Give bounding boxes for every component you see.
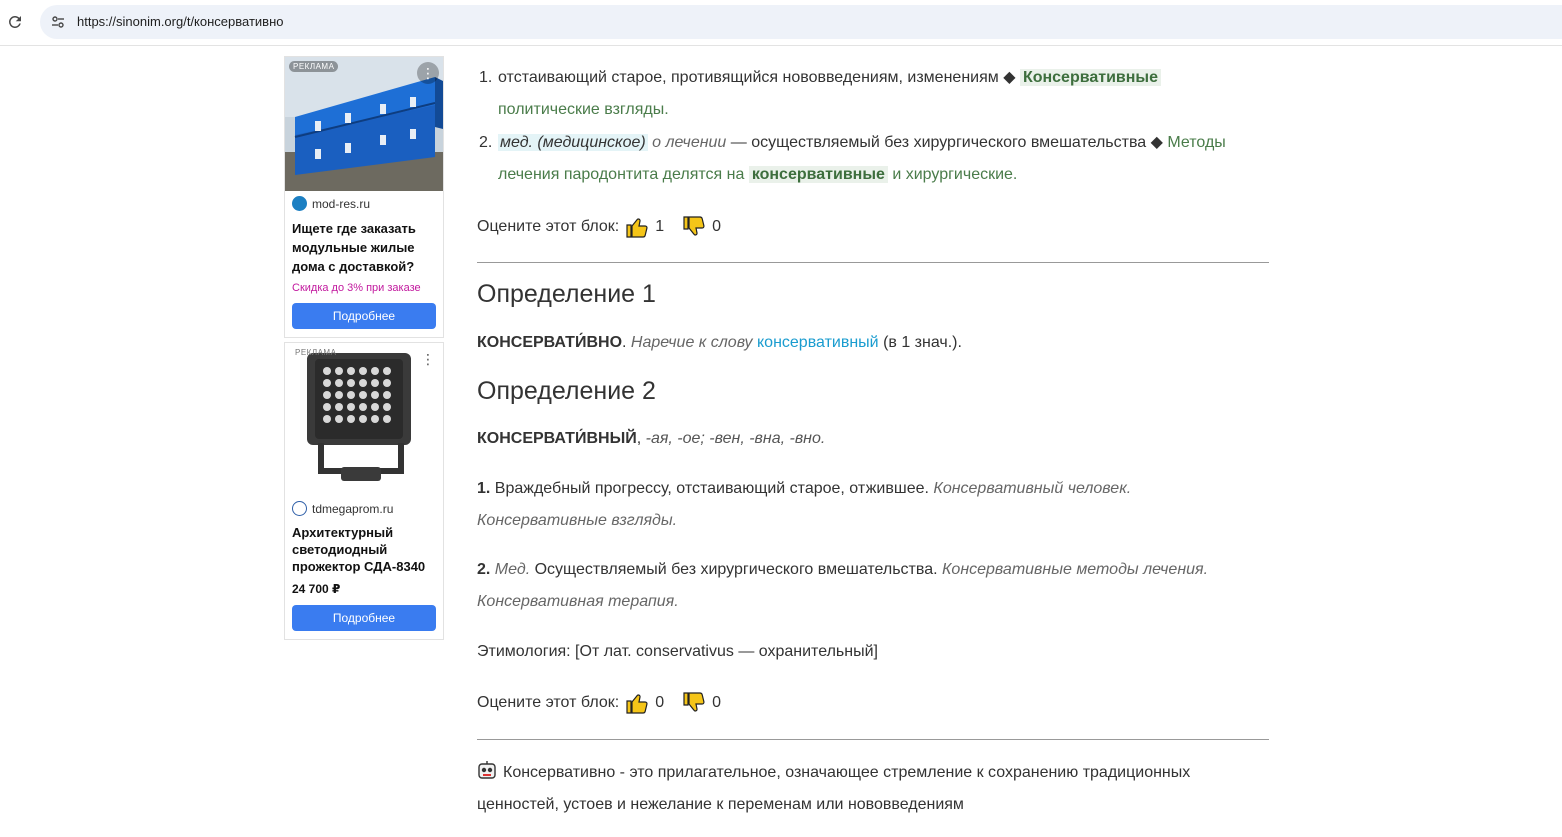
divider	[477, 262, 1269, 263]
definition-2-m1-ex2: Консервативные взгляды.	[477, 512, 678, 529]
definition-2-m2-ex1: Консервативные методы лечения.	[942, 561, 1209, 578]
definition-2-forms: -ая, -ое; -вен, -вна, -вно.	[645, 430, 826, 447]
thumbs-down-icon[interactable]	[682, 691, 706, 715]
ai-summary-line-1: Консервативно - это прилагательное, озна…	[477, 757, 1190, 789]
ad-promo-text[interactable]: Скидка до 3% при заказе	[292, 282, 438, 294]
meaning-2-example-bold: консервативные	[748, 166, 888, 183]
definition-1-body: КОНСЕРВАТИ́ВНО. Наречие к слову консерва…	[477, 334, 962, 351]
ad-badge: РЕКЛАМА	[289, 61, 339, 72]
rating-block-2: Оцените этот блок: 0 0	[477, 691, 721, 715]
ad-details-button[interactable]: Подробнее	[292, 605, 436, 631]
meaning-1-text: отстаивающий старое, противящийся нововв…	[498, 69, 1016, 86]
thumbs-down-icon[interactable]	[682, 215, 706, 239]
definition-2-word-line: КОНСЕРВАТИ́ВНЫЙ, -ая, -ое; -вен, -вна, -…	[477, 430, 826, 447]
etymology: Этимология: [От лат. conservativus — охр…	[477, 643, 878, 660]
thumbs-up-count: 0	[655, 694, 665, 711]
ad-price: 24 700 ₽	[292, 582, 341, 596]
definition-2-meaning-1: 1. Враждебный прогрессу, отстаивающий ст…	[477, 473, 1131, 505]
definition-1-desc: Наречие к слову	[630, 334, 753, 351]
definition-2-m1-num: 1.	[477, 480, 491, 497]
definition-2-meaning-2: 2. Мед. Осуществляемый без хирургическог…	[477, 554, 1208, 586]
thumbs-up-count: 1	[655, 218, 665, 235]
ad-card-modular-homes[interactable]: РЕКЛАМА ⋮ mod-res.ru Ищете где заказать …	[284, 56, 444, 338]
rating-label: Оцените этот блок:	[477, 694, 620, 711]
definition-2-m1-ex1: Консервативный человек.	[933, 480, 1132, 497]
meaning-2-example-start: Методы	[1167, 134, 1226, 151]
definition-2-m2-text: Осуществляемый без хирургического вмешат…	[534, 561, 938, 578]
ad-domain[interactable]: tdmegaprom.ru	[292, 501, 393, 516]
thumbs-up-icon[interactable]	[625, 215, 649, 239]
meaning-2-example-end: и хирургические.	[892, 166, 1018, 183]
definition-2-m2-label: Мед.	[494, 561, 531, 578]
address-url[interactable]: https://sinonim.org/t/консервативно	[77, 14, 284, 29]
meaning-2-line-2: лечения пародонтита делятся на консерват…	[498, 159, 1017, 191]
ad-menu-icon[interactable]: ⋮	[417, 62, 439, 84]
meaning-1-example-bold: Консервативные	[1019, 69, 1161, 86]
thumbs-down-count: 0	[712, 218, 721, 235]
definition-1-word: КОНСЕРВАТИ́ВНО	[477, 334, 623, 351]
thumbs-up-icon[interactable]	[625, 691, 649, 715]
ad-domain-text: mod-res.ru	[312, 196, 371, 211]
meaning-1-example-rest: политические взгляды.	[498, 101, 669, 118]
ai-summary-text-1: Консервативно - это прилагательное, озна…	[503, 764, 1191, 781]
ad-badge: РЕКЛАМА	[295, 348, 337, 357]
tdmegaprom-logo-icon	[292, 501, 307, 516]
definition-2-m2-ex2: Консервативная терапия.	[477, 593, 679, 610]
meaning-number: 1.	[479, 69, 493, 86]
definition-1-link[interactable]: консервативный	[757, 334, 879, 351]
definition-2-heading: Определение 2	[477, 377, 656, 405]
site-settings-icon[interactable]	[50, 14, 66, 30]
reload-icon[interactable]	[6, 13, 24, 31]
ad-title[interactable]: Архитектурный светодиодный прожектор СДА…	[292, 524, 438, 575]
mod-res-logo-icon	[292, 196, 307, 211]
definition-2-word: КОНСЕРВАТИ́ВНЫЙ	[477, 430, 637, 447]
meaning-2-label[interactable]: мед. (медицинское)	[498, 134, 648, 151]
rating-label: Оцените этот блок:	[477, 218, 620, 235]
divider	[477, 739, 1269, 740]
ai-summary-text-2: ценностей, устоев и нежелание к перемена…	[477, 796, 964, 813]
definition-2-m2-num: 2.	[477, 561, 491, 578]
meaning-2-context: о лечении	[652, 134, 727, 151]
ad-title[interactable]: Ищете где заказать модульные жилые дома …	[292, 219, 438, 276]
definition-2-m1-text: Враждебный прогрессу, отстаивающий старо…	[494, 480, 929, 497]
meaning-2-line-1: мед. (медицинское) о лечении — осуществл…	[498, 127, 1226, 159]
definition-1-tail: (в 1 знач.).	[883, 334, 962, 351]
ad-domain[interactable]: mod-res.ru	[292, 196, 370, 211]
browser-toolbar: https://sinonim.org/t/консервативно	[0, 0, 1562, 46]
meaning-number: 2.	[479, 134, 493, 151]
rating-block-1: Оцените этот блок: 1 0	[477, 215, 721, 239]
definition-1-heading: Определение 1	[477, 280, 656, 308]
meaning-2-text: — осуществляемый без хирургического вмеш…	[730, 134, 1163, 151]
robot-icon	[478, 761, 496, 779]
ad-card-led-projector[interactable]: РЕКЛАМА ⋮ tdmegaprom.ru Архитектурный св…	[284, 342, 444, 640]
ad-domain-text: tdmegaprom.ru	[312, 501, 394, 516]
ad-details-button[interactable]: Подробнее	[292, 303, 436, 329]
meaning-1-line-1: отстаивающий старое, противящийся нововв…	[498, 62, 1161, 94]
ad-menu-icon[interactable]: ⋮	[417, 348, 439, 370]
thumbs-down-count: 0	[712, 694, 721, 711]
meaning-2-example-mid: лечения пародонтита делятся на	[498, 166, 745, 183]
